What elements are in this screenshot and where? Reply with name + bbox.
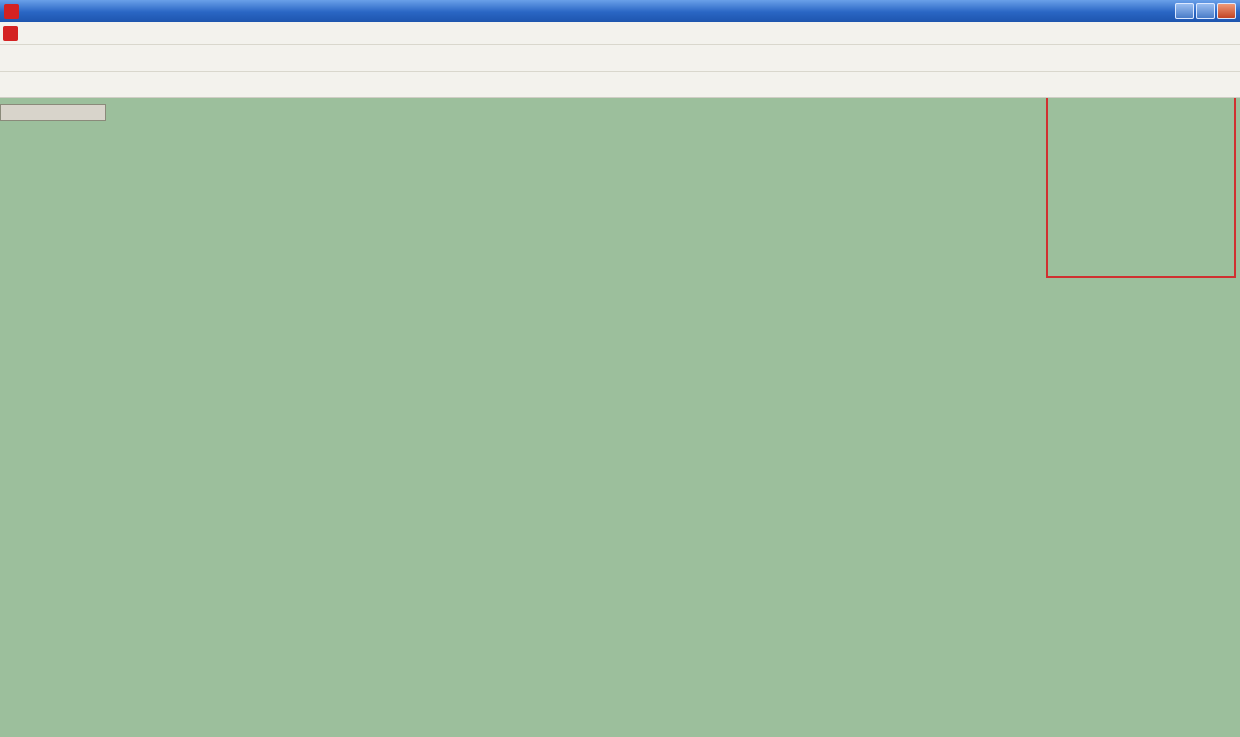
annotation-box	[1046, 88, 1236, 278]
index-info-panel	[0, 104, 106, 121]
close-button[interactable]	[1217, 3, 1236, 19]
drawing-toolbar	[0, 72, 1240, 98]
app-logo-icon	[4, 4, 19, 19]
index-name	[0, 104, 106, 121]
menu-logo-icon	[3, 26, 18, 41]
main-toolbar	[0, 45, 1240, 72]
maximize-button[interactable]	[1196, 3, 1215, 19]
minimize-button[interactable]	[1175, 3, 1194, 19]
menubar	[0, 22, 1240, 45]
titlebar	[0, 0, 1240, 22]
